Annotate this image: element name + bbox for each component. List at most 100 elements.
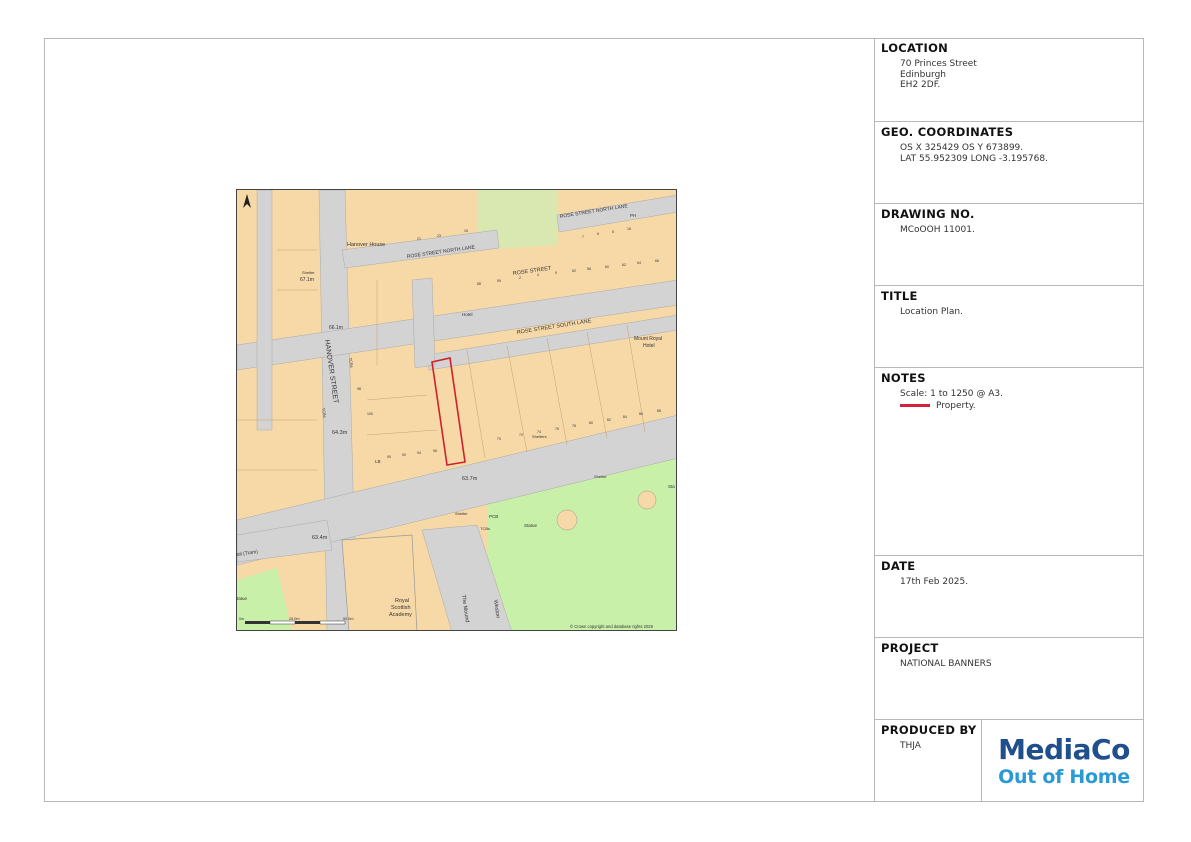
property-legend-swatch xyxy=(900,404,930,408)
building-number-label: 56 xyxy=(587,267,591,271)
geo-latlong-line: LAT 55.952309 LONG -3.195768. xyxy=(900,153,1048,164)
building-label-mount-royal: Mount Royal xyxy=(634,336,662,342)
address-line: Edinburgh xyxy=(900,69,946,80)
spot-height-d: 63.7m xyxy=(462,476,478,482)
building-number-label: 80 xyxy=(589,421,593,425)
building-number-label: 15 xyxy=(464,229,468,233)
property-legend-label: Property. xyxy=(936,400,976,411)
label-shelters: Shelters xyxy=(532,434,547,439)
scalebar-zero: 0m xyxy=(239,617,244,621)
building-label-rsa-3: Academy xyxy=(389,612,412,618)
building-number-label: 60 xyxy=(605,265,609,269)
building-number-label: 62 xyxy=(622,263,626,267)
project-heading: PROJECT xyxy=(881,641,939,655)
logo-wordmark: MediaCo xyxy=(998,733,1130,766)
produced-value: THJA xyxy=(900,741,921,751)
building-number-label: 52 xyxy=(572,269,576,273)
building-label-rsa-2: Scottish xyxy=(391,605,411,611)
building-label-hanover-house: Hanover House xyxy=(347,242,385,248)
building-number-label: 70 xyxy=(497,437,501,441)
legend-row: Property. xyxy=(900,401,1003,412)
building-number-label: 66 xyxy=(655,259,659,263)
map-copyright: © Crown copyright and database rights 20… xyxy=(570,624,654,629)
location-panel: LOCATION 70 Princes Street Edinburgh EH2… xyxy=(874,38,1144,122)
building-number-label: 90 xyxy=(387,455,391,459)
date-value: 17th Feb 2025. xyxy=(900,577,969,587)
spot-height-a: 67.1m xyxy=(300,277,314,283)
geo-os-line: OS X 325429 OS Y 673899. xyxy=(900,143,1024,153)
label-tcbs-3: TCBs xyxy=(480,526,490,531)
date-heading: DATE xyxy=(881,559,916,573)
mediaco-logo: MediaCo Out of Home xyxy=(983,733,1145,789)
project-panel: PROJECT NATIONAL BANNERS xyxy=(874,638,1144,720)
building-number-label: 92 xyxy=(402,453,406,457)
building-number-label: 16 xyxy=(627,227,631,231)
building-number-label: 86 xyxy=(639,412,643,416)
building-label-rsa-1: Royal xyxy=(395,598,409,604)
geo-values: OS X 325429 OS Y 673899. LAT 55.952309 L… xyxy=(900,143,1048,164)
drawing-number-panel: DRAWING NO. MCoOOH 11001. xyxy=(874,204,1144,286)
spot-height-c: 64.3m xyxy=(332,430,348,436)
building-number-label: 6 xyxy=(597,232,599,236)
scalebar-end: 50.0m xyxy=(343,617,354,621)
produced-by-panel: PRODUCED BY THJA MediaCo Out of Home xyxy=(874,720,1144,802)
notes-panel: NOTES Scale: 1 to 1250 @ A3. Property. xyxy=(874,368,1144,556)
building-number-label: 78 xyxy=(572,424,576,428)
building-number-label: 9 xyxy=(555,271,557,275)
title-heading: TITLE xyxy=(881,289,918,303)
building-number-label: 21 xyxy=(417,237,421,241)
address-line: 70 Princes Street xyxy=(900,59,977,69)
geo-heading: GEO. COORDINATES xyxy=(881,125,1014,139)
title-block: LOCATION 70 Princes Street Edinburgh EH2… xyxy=(874,38,1144,802)
produced-heading: PRODUCED BY xyxy=(881,723,977,737)
building-label-statue: Statue xyxy=(524,523,538,528)
building-number-label: 88 xyxy=(657,409,661,413)
title-panel: TITLE Location Plan. xyxy=(874,286,1144,368)
building-number-label: 100 xyxy=(367,412,373,416)
notes-body: Scale: 1 to 1250 @ A3. Property. xyxy=(900,389,1003,411)
building-label-mount-royal-2: Hotel xyxy=(643,343,655,349)
building-number-label: 2 xyxy=(519,276,521,280)
building-number-label: 4 xyxy=(537,273,539,277)
label-ph: PH xyxy=(630,213,636,218)
building-number-label: 58 xyxy=(477,282,481,286)
building-number-label: 76 xyxy=(555,427,559,431)
drawing-heading: DRAWING NO. xyxy=(881,207,975,221)
building-number-label: 94 xyxy=(417,451,421,455)
building-number-label: 74 xyxy=(537,430,541,434)
label-shelter-a: Shelter xyxy=(302,270,315,275)
building-label-hotel: Hotel xyxy=(462,312,473,317)
spot-height-e: 63.4m xyxy=(312,535,328,541)
date-panel: DATE 17th Feb 2025. xyxy=(874,556,1144,638)
building-number-label: 72 xyxy=(519,433,523,437)
notes-scale: Scale: 1 to 1250 @ A3. xyxy=(900,389,1003,399)
location-address: 70 Princes Street Edinburgh EH2 2DF. xyxy=(900,59,977,91)
logo-tagline: Out of Home xyxy=(998,766,1130,788)
title-value: Location Plan. xyxy=(900,307,963,317)
produced-divider xyxy=(981,720,982,802)
drawing-number: MCoOOH 11001. xyxy=(900,225,975,235)
geo-coordinates-panel: GEO. COORDINATES OS X 325429 OS Y 673899… xyxy=(874,122,1144,204)
label-shelter-b: Shelter xyxy=(594,474,607,479)
building-number-label: 96 xyxy=(433,449,437,453)
location-map[interactable]: HANOVER STREET ROSE STREET NORTH LANE RO… xyxy=(236,189,677,631)
notes-heading: NOTES xyxy=(881,371,926,385)
project-value: NATIONAL BANNERS xyxy=(900,659,992,669)
address-line: EH2 2DF. xyxy=(900,80,941,90)
scalebar-mid: 25.0m xyxy=(289,617,300,621)
building-label-statue-left: tatue xyxy=(237,596,248,601)
building-number-label: 64 xyxy=(637,261,641,265)
building-number-label: 98 xyxy=(357,387,361,391)
spot-height-b: 66.1m xyxy=(329,325,343,331)
building-number-label: 59 xyxy=(497,279,501,283)
building-label-pcb: PCB xyxy=(489,514,498,519)
building-number-label: 23 xyxy=(437,234,441,238)
building-number-label: 7 xyxy=(582,235,584,239)
label-sta: Sta xyxy=(668,484,675,489)
map-scalebar xyxy=(245,620,346,625)
label-lb: LB xyxy=(375,459,381,464)
building-number-label: 84 xyxy=(623,415,627,419)
building-number-label: 5 xyxy=(612,230,614,234)
label-shelter-c: Shelter xyxy=(455,511,468,516)
building-number-label: 82 xyxy=(607,418,611,422)
